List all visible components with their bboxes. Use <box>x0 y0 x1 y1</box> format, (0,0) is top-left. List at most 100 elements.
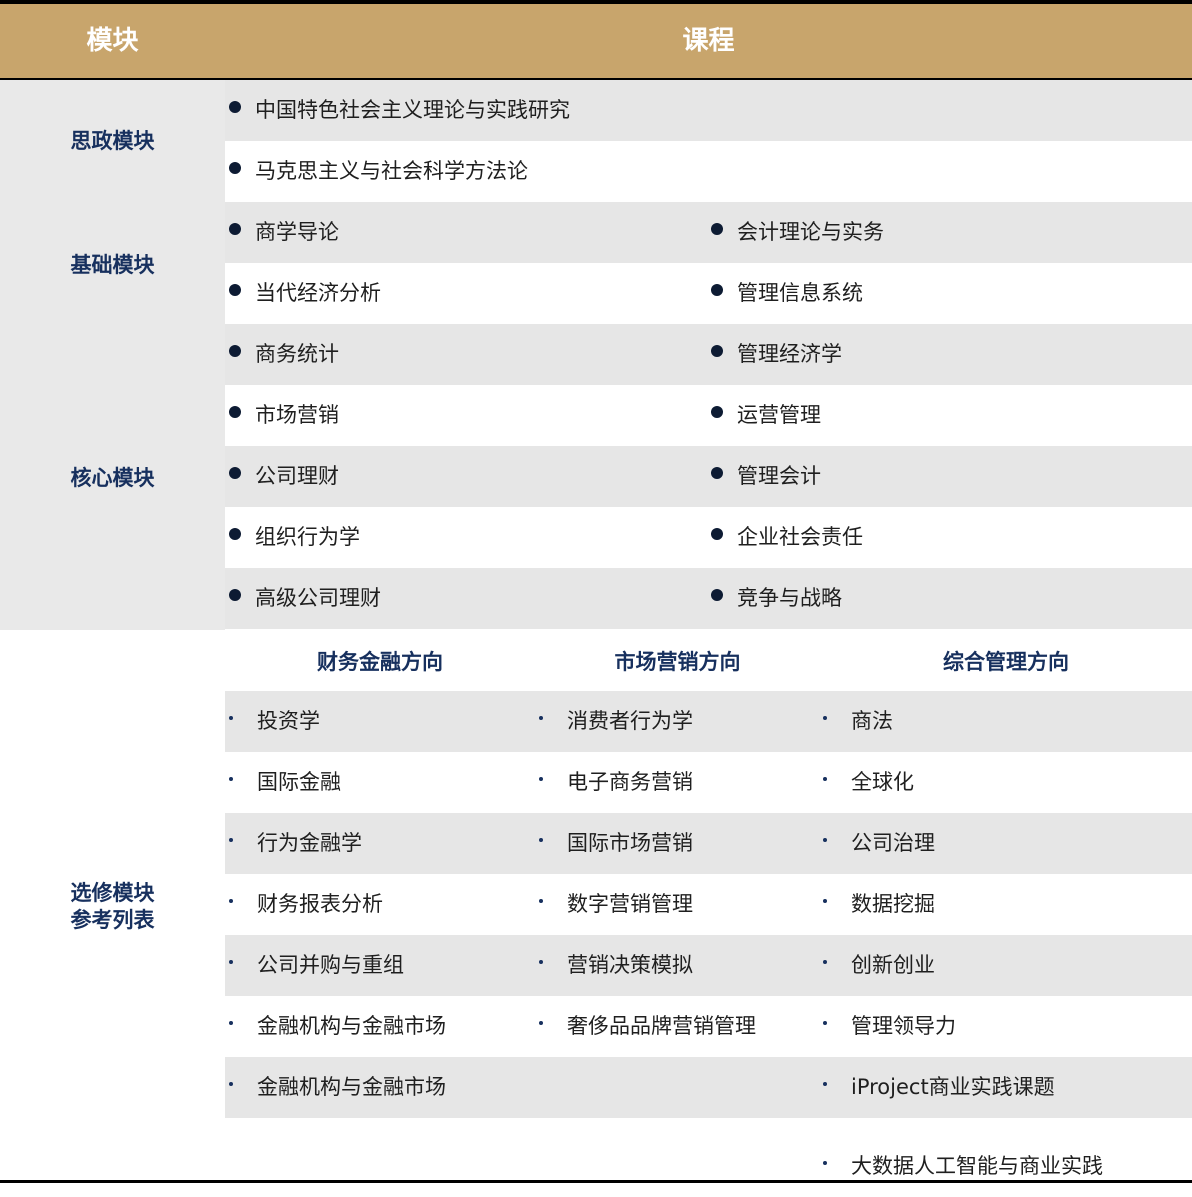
table-row: 国际金融 电子商务营销 全球化 <box>225 752 1192 813</box>
header-course: 课程 <box>682 26 735 56</box>
bullet-icon <box>229 777 233 781</box>
bullet-icon <box>229 838 233 842</box>
elective-item: 大数据人工智能与商业实践 <box>823 1136 1103 1197</box>
bullet-icon <box>539 716 543 720</box>
elective-item: iProject商业实践课题 <box>823 1057 1055 1118</box>
bullet-icon <box>229 1082 233 1086</box>
elective-item: 公司并购与重组 <box>229 935 404 996</box>
module-label-elective-line2: 参考列表 <box>70 908 155 932</box>
bullet-icon <box>711 406 723 418</box>
course-item: 市场营销 <box>229 385 339 446</box>
bullet-icon <box>823 716 827 720</box>
elective-item: 金融机构与金融市场 <box>229 996 446 1057</box>
elective-item: 电子商务营销 <box>539 752 693 813</box>
elective-column-finance: 财务金融方向 <box>317 650 443 674</box>
bullet-icon <box>539 1021 543 1025</box>
bullet-icon <box>229 1021 233 1025</box>
course-item: 当代经济分析 <box>229 263 381 324</box>
elective-column-management: 综合管理方向 <box>943 650 1069 674</box>
table-row: 金融机构与金融市场 iProject商业实践课题 <box>225 1057 1192 1118</box>
bullet-icon <box>711 345 723 357</box>
elective-column-marketing: 市场营销方向 <box>614 650 741 674</box>
elective-item: 创新创业 <box>823 935 935 996</box>
bullet-icon <box>229 467 241 479</box>
bullet-icon <box>711 467 723 479</box>
bottom-rule <box>0 1180 1192 1183</box>
table-row: 公司并购与重组 营销决策模拟 创新创业 <box>225 935 1192 996</box>
elective-item: 消费者行为学 <box>539 691 693 752</box>
course-item: 管理会计 <box>711 446 821 507</box>
table-row: 当代经济分析 管理信息系统 <box>225 263 1192 324</box>
bullet-icon <box>229 406 241 418</box>
bullet-icon <box>229 589 241 601</box>
bullet-icon <box>711 284 723 296</box>
bullet-icon <box>539 899 543 903</box>
bullet-icon <box>823 838 827 842</box>
bullet-icon <box>229 345 241 357</box>
table-row: 商务统计 管理经济学 <box>225 324 1192 385</box>
elective-item: 国际市场营销 <box>539 813 693 874</box>
bullet-icon <box>823 899 827 903</box>
course-item: 马克思主义与社会科学方法论 <box>229 141 528 202</box>
elective-item: 管理领导力 <box>823 996 956 1057</box>
module-column-bg <box>0 80 225 630</box>
bullet-icon <box>823 1082 827 1086</box>
bullet-icon <box>229 716 233 720</box>
course-item: 高级公司理财 <box>229 568 381 629</box>
bullet-icon <box>823 1021 827 1025</box>
bullet-icon <box>229 899 233 903</box>
table-row: 财务报表分析 数字营销管理 数据挖掘 <box>225 874 1192 935</box>
course-item: 管理经济学 <box>711 324 842 385</box>
module-label-elective: 选修模块 参考列表 <box>0 880 225 934</box>
table-row: 马克思主义与社会科学方法论 <box>225 141 1192 202</box>
course-item: 管理信息系统 <box>711 263 863 324</box>
table-row: 市场营销 运营管理 <box>225 385 1192 446</box>
bullet-icon <box>229 162 241 174</box>
module-label-jichu: 基础模块 <box>70 253 155 277</box>
elective-item: 公司治理 <box>823 813 935 874</box>
header-module: 模块 <box>86 26 139 56</box>
bullet-icon <box>229 101 241 113</box>
elective-item: 数字营销管理 <box>539 874 693 935</box>
elective-item: 行为金融学 <box>229 813 362 874</box>
bullet-icon <box>539 838 543 842</box>
course-item: 运营管理 <box>711 385 821 446</box>
module-label-elective-line1: 选修模块 <box>70 881 155 905</box>
course-item: 竞争与战略 <box>711 568 842 629</box>
bullet-icon <box>823 960 827 964</box>
elective-item: 国际金融 <box>229 752 341 813</box>
bullet-icon <box>539 777 543 781</box>
table-row: 高级公司理财 竞争与战略 <box>225 568 1192 629</box>
bullet-icon <box>823 1161 827 1165</box>
table-row: 金融机构与金融市场 奢侈品品牌营销管理 管理领导力 <box>225 996 1192 1057</box>
module-label-hexin: 核心模块 <box>70 466 155 490</box>
course-item: 会计理论与实务 <box>711 202 884 263</box>
bullet-icon <box>711 528 723 540</box>
table-row: 投资学 消费者行为学 商法 <box>225 691 1192 752</box>
bullet-icon <box>229 960 233 964</box>
elective-item: 财务报表分析 <box>229 874 383 935</box>
course-item: 商学导论 <box>229 202 339 263</box>
elective-item: 金融机构与金融市场 <box>229 1057 446 1118</box>
bullet-icon <box>539 960 543 964</box>
table-header: 模块 课程 <box>0 4 1192 78</box>
table-row: 行为金融学 国际市场营销 公司治理 <box>225 813 1192 874</box>
bullet-icon <box>711 589 723 601</box>
bullet-icon <box>229 284 241 296</box>
elective-item: 奢侈品品牌营销管理 <box>539 996 756 1057</box>
table-row: 公司理财 管理会计 <box>225 446 1192 507</box>
elective-item: 全球化 <box>823 752 914 813</box>
course-item: 企业社会责任 <box>711 507 863 568</box>
elective-item: 投资学 <box>229 691 320 752</box>
elective-item: 商法 <box>823 691 893 752</box>
course-item: 公司理财 <box>229 446 339 507</box>
table-row: 中国特色社会主义理论与实践研究 <box>225 80 1192 141</box>
course-item: 中国特色社会主义理论与实践研究 <box>229 80 570 141</box>
elective-item: 营销决策模拟 <box>539 935 693 996</box>
bullet-icon <box>823 777 827 781</box>
module-label-sizheng: 思政模块 <box>70 129 155 153</box>
table-row: 组织行为学 企业社会责任 <box>225 507 1192 568</box>
course-item: 商务统计 <box>229 324 339 385</box>
bullet-icon <box>229 528 241 540</box>
table-row: 商学导论 会计理论与实务 <box>225 202 1192 263</box>
